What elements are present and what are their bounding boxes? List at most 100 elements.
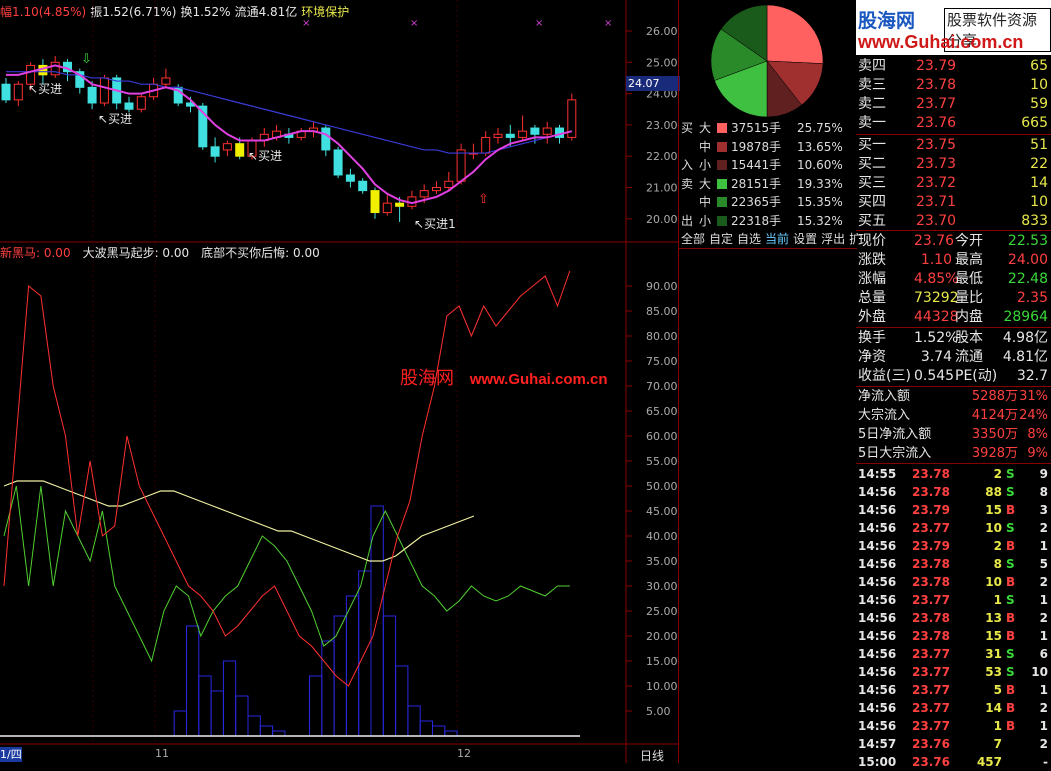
tick-count: - [1043, 755, 1048, 769]
sell-volume: 665 [1021, 115, 1048, 131]
flow-pct: 19.33% [797, 176, 843, 191]
capital-row: 净流入额 5288万 31% [856, 388, 1051, 406]
tab-自选[interactable]: 自选 [735, 230, 763, 247]
buy-signal: ↖买进1 [414, 217, 456, 231]
flow-amount: 28151手 [731, 176, 782, 191]
tick-time: 14:56 [858, 719, 897, 733]
flow-side: 卖 [681, 176, 694, 191]
flow-pct: 15.32% [797, 213, 843, 228]
arrow-icon: ↖ [248, 149, 259, 163]
candle [358, 178, 368, 194]
tab-bar: 全部 自定 自选 当前 设置 浮出扩 [679, 230, 861, 247]
tick-count: 10 [1031, 665, 1048, 679]
buy-volume: 22 [1030, 156, 1048, 172]
banner-brand: 股海网 [858, 10, 916, 32]
candle [518, 115, 528, 141]
candle [567, 93, 577, 141]
indicator-bar [198, 675, 212, 737]
quote-label: 最高 [955, 252, 983, 268]
capital-value: 5288万 [971, 389, 1018, 404]
tick-price: 23.77 [912, 683, 950, 697]
flow-swatch [717, 215, 727, 226]
buy-row: 买二 23.73 22 [856, 155, 1051, 173]
quote-row: 涨跌 1.10 最高 24.00 [856, 251, 1051, 269]
tab-浮出[interactable]: 浮出 [819, 230, 847, 247]
buy-signal: ↖买进 [248, 149, 283, 163]
tick-row: 14:56 23.77 31 S 6 [856, 645, 1051, 663]
stat-row: 净资 3.74 流通 4.81亿 [856, 348, 1051, 366]
tick-volume: 14 [985, 701, 1002, 715]
quote-panel: 股海网 股票软件资源分享 www.Guhai.com.cn 卖四 23.79 65 卖… [856, 0, 1051, 769]
indicator-bar [345, 595, 360, 737]
indicator-tick: 60.00 [646, 430, 678, 443]
tab-当前[interactable]: 当前 [763, 230, 791, 247]
tick-side: S [1006, 485, 1015, 499]
sell-price: 23.78 [916, 77, 957, 93]
price-tick: 21.00 [646, 182, 678, 195]
candle [259, 128, 269, 147]
candle [432, 181, 441, 194]
sell-row: 卖三 23.78 10 [856, 76, 1051, 94]
buy-volume: 10 [1030, 194, 1048, 210]
indicator-green-line [3, 485, 570, 663]
period-tab[interactable]: 日线 [640, 747, 664, 764]
capital-pct: 9% [1027, 446, 1048, 461]
tick-volume: 10 [985, 521, 1002, 535]
quote-label: 量比 [955, 290, 983, 306]
flow-side: 买 [681, 121, 694, 135]
tick-time: 14:56 [858, 575, 897, 589]
tab-全部[interactable]: 全部 [679, 230, 707, 247]
stat-value: 32.7 [1016, 368, 1048, 384]
tick-row: 14:55 23.78 2 S 9 [856, 465, 1051, 483]
indicator-tick: 35.00 [646, 555, 678, 568]
tick-time: 14:56 [858, 521, 897, 535]
flow-swatch [717, 197, 727, 207]
tab-设置[interactable]: 设置 [791, 230, 819, 247]
flow-side: 出 [681, 213, 694, 228]
tick-price: 23.77 [912, 647, 950, 661]
sell-row: 卖一 23.76 665 [856, 114, 1051, 132]
indicator-tick: 15.00 [646, 655, 678, 668]
quote-value: 24.00 [1007, 252, 1048, 268]
quote-label: 外盘 [858, 309, 886, 325]
indicator-legend-item: 底部不买你后悔: 0.00 [201, 246, 320, 260]
capital-row: 大宗流入 4124万 24% [856, 407, 1051, 425]
tick-count: 2 [1039, 575, 1048, 589]
tick-row: 14:56 23.78 88 S 8 [856, 483, 1051, 501]
quote-label: 今开 [955, 233, 983, 249]
capital-value: 4124万 [971, 408, 1018, 423]
divider [856, 463, 1051, 464]
tab-自定[interactable]: 自定 [707, 230, 735, 247]
buy-label: 买五 [858, 213, 886, 229]
flow-size: 大 [699, 121, 712, 135]
arrow-icon: ↖ [98, 112, 109, 126]
indicator-tick: 25.00 [646, 605, 678, 618]
tick-row: 14:56 23.78 8 S 5 [856, 555, 1051, 573]
tick-price: 23.76 [912, 755, 950, 769]
sell-row: 卖二 23.77 59 [856, 95, 1051, 113]
tick-price: 23.78 [912, 575, 950, 589]
sell-volume: 59 [1030, 96, 1048, 112]
candle [493, 128, 503, 144]
candle [542, 121, 552, 144]
quote-value: 73292 [914, 290, 959, 306]
quote-label: 最低 [955, 271, 983, 287]
indicator-tick: 90.00 [646, 280, 678, 293]
fund-flow-panel: 买大 37515手 25.75% 中 19878手 13.65% 入小 15441手 10.60… [678, 0, 861, 763]
flow-swatch [717, 160, 727, 170]
tick-side: B [1006, 629, 1016, 643]
capital-value: 3928万 [971, 446, 1018, 461]
mark-x: × [604, 18, 613, 29]
candle [468, 143, 478, 160]
divider [856, 386, 1051, 387]
tick-row: 14:56 23.78 10 B 2 [856, 573, 1051, 591]
candle [161, 68, 171, 88]
tick-side: B [1006, 503, 1016, 517]
tick-side: B [1006, 701, 1016, 715]
quote-value: 44328 [914, 309, 959, 325]
flow-side: 入 [681, 158, 694, 172]
date-label-start: 1/四 [0, 747, 22, 762]
tick-volume: 2 [993, 539, 1002, 553]
candle [1, 77, 11, 103]
tick-price: 23.78 [912, 611, 950, 625]
